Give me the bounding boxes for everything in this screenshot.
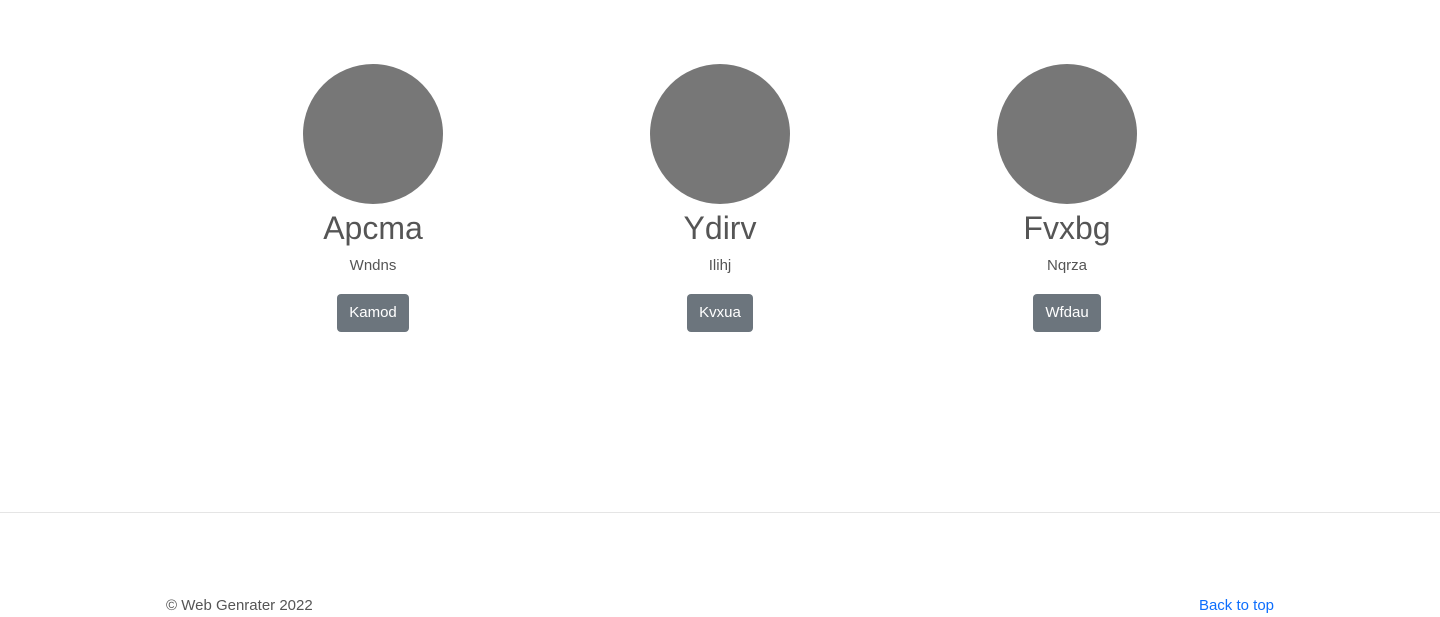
- profile-name: Ydirv: [683, 210, 757, 246]
- avatar-placeholder: [650, 64, 790, 204]
- profile-name: Apcma: [323, 210, 423, 246]
- avatar-placeholder: [303, 64, 443, 204]
- back-to-top-link[interactable]: Back to top: [1199, 596, 1274, 616]
- footer-copyright: © Web Genrater 2022: [166, 597, 313, 614]
- profile-button[interactable]: Wfdau: [1033, 294, 1101, 332]
- profile-card: Ydirv Ilihj Kvxua: [600, 64, 840, 332]
- profile-subtitle: Nqrza: [1046, 257, 1087, 274]
- profile-button[interactable]: Kamod: [337, 294, 409, 332]
- profile-cards: Apcma Wndns Kamod Ydirv Ilihj Kvxua Fvxb…: [0, 64, 1440, 344]
- profile-card: Apcma Wndns Kamod: [253, 64, 493, 332]
- page: Apcma Wndns Kamod Ydirv Ilihj Kvxua Fvxb…: [0, 0, 1440, 617]
- avatar-placeholder: [997, 64, 1137, 204]
- profile-card: Fvxbg Nqrza Wfdau: [947, 64, 1187, 332]
- footer-divider: [0, 512, 1440, 513]
- profile-subtitle: Ilihj: [708, 257, 732, 274]
- profile-name: Fvxbg: [1023, 210, 1111, 246]
- profile-button[interactable]: Kvxua: [687, 294, 753, 332]
- profile-subtitle: Wndns: [349, 257, 397, 274]
